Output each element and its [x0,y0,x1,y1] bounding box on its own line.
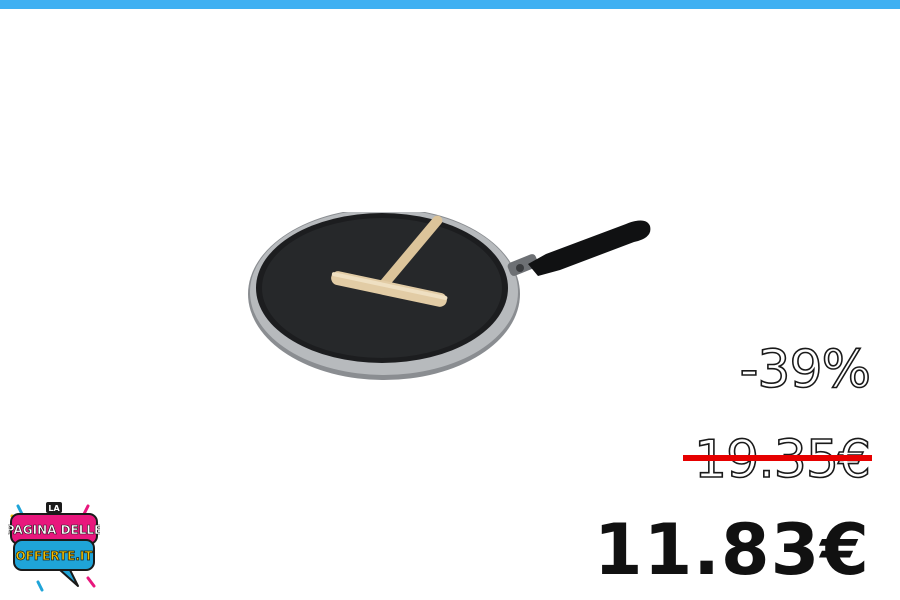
old-price-strikethrough [683,455,872,461]
top-accent-bar [0,0,900,9]
svg-text:PAGINA DELLE: PAGINA DELLE [8,523,100,537]
discount-percentage: -39% [739,339,872,401]
svg-text:OFFERTE.IT: OFFERTE.IT [15,549,93,563]
pan-handle [528,220,651,276]
crepe-pan-image [248,212,651,380]
svg-text:LA: LA [48,504,60,513]
la-pagina-delle-offerte-logo: LA PAGINA DELLE OFFERTE.IT [8,502,100,592]
new-price: 11.83€ [593,509,870,591]
